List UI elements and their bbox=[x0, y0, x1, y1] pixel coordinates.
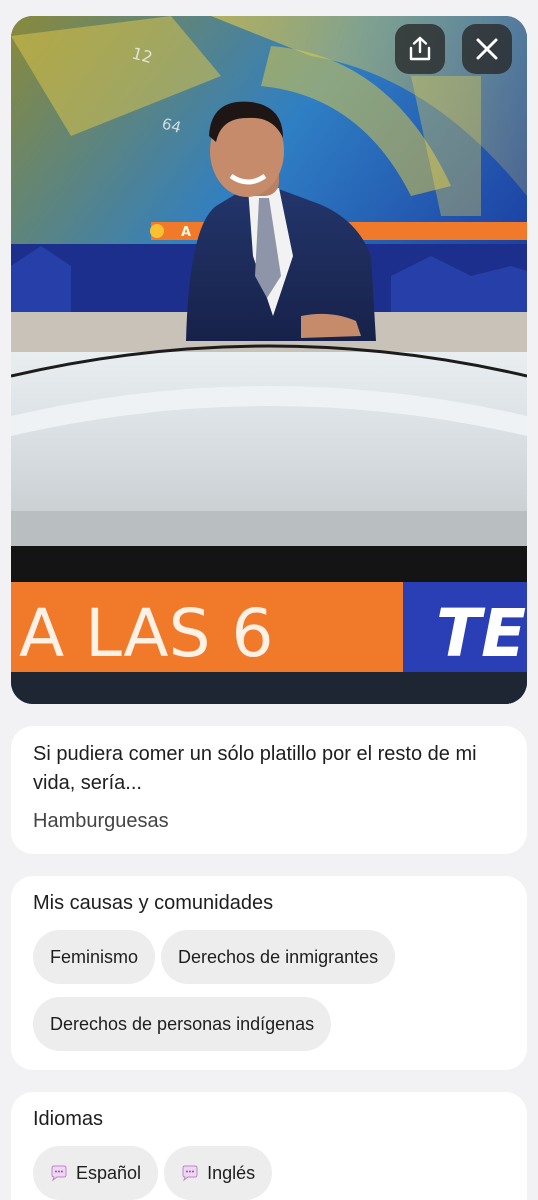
ticker-text-2: TE bbox=[436, 595, 526, 672]
cause-chip: Derechos de personas indígenas bbox=[33, 997, 332, 1051]
speech-bubble-icon bbox=[181, 1164, 199, 1182]
language-chip: Español bbox=[33, 1146, 159, 1200]
language-chip-list: Español Inglés bbox=[33, 1146, 505, 1200]
language-chip: Inglés bbox=[164, 1146, 273, 1200]
prompt-question: Si pudiera comer un sólo platillo por el… bbox=[33, 743, 477, 794]
speech-bubble-icon bbox=[50, 1164, 68, 1182]
lower-third-letter: A bbox=[181, 225, 191, 240]
close-icon bbox=[476, 38, 498, 60]
language-label: Español bbox=[76, 1162, 142, 1183]
profile-photo[interactable]: 12 64 A A LAS 6 TE bbox=[11, 16, 527, 704]
causes-title: Mis causas y comunidades bbox=[33, 892, 274, 914]
profile-page: 12 64 A A LAS 6 TE Si pudiera comer un s… bbox=[0, 0, 538, 1200]
language-label: Inglés bbox=[207, 1162, 256, 1183]
languages-card: Idiomas Español Inglés bbox=[11, 1092, 527, 1200]
causes-chip-list: Feminismo Derechos de inmigrantes Derech… bbox=[33, 930, 505, 1051]
ticker-text: A LAS 6 bbox=[19, 595, 273, 672]
causes-card: Mis causas y comunidades Feminismo Derec… bbox=[11, 876, 527, 1070]
close-button[interactable] bbox=[462, 24, 512, 74]
languages-title: Idiomas bbox=[33, 1108, 104, 1130]
cause-chip: Derechos de inmigrantes bbox=[161, 930, 396, 984]
share-icon bbox=[409, 36, 431, 61]
cause-chip: Feminismo bbox=[33, 930, 156, 984]
profile-photo-image: 12 64 A A LAS 6 TE bbox=[11, 16, 527, 704]
share-button[interactable] bbox=[395, 24, 445, 74]
prompt-answer: Hamburguesas bbox=[33, 810, 169, 832]
prompt-card: Si pudiera comer un sólo platillo por el… bbox=[11, 726, 527, 854]
